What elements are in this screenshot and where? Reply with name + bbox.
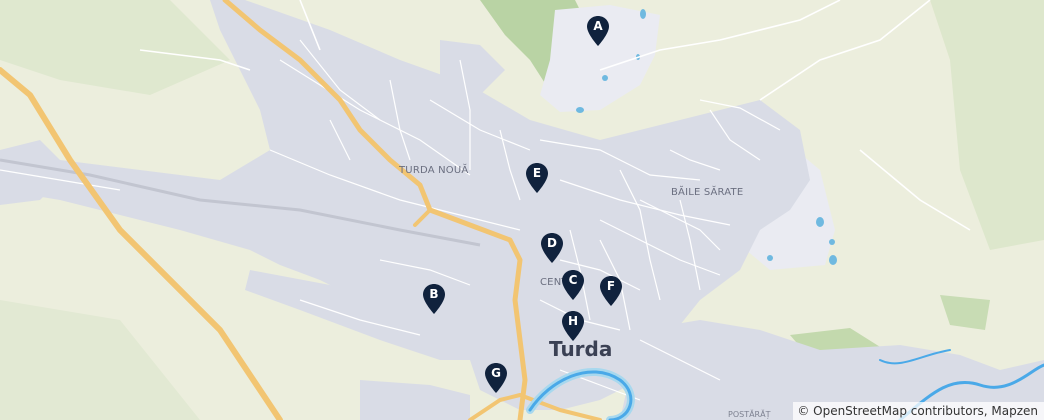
- map-marker-d[interactable]: D: [540, 232, 564, 264]
- map-marker-b[interactable]: B: [422, 283, 446, 315]
- marker-letter: F: [606, 279, 616, 293]
- marker-letter: G: [491, 366, 501, 380]
- map-base-layer: [0, 0, 1044, 420]
- place-label-turda-noua: TURDA NOUĂ: [399, 165, 469, 176]
- marker-letter: C: [568, 273, 578, 287]
- marker-letter: E: [532, 166, 542, 180]
- map-marker-f[interactable]: F: [599, 275, 623, 307]
- marker-letter: H: [567, 314, 579, 328]
- terrain-patch: [0, 0, 230, 95]
- terrain-patch: [930, 0, 1044, 250]
- map-marker-a[interactable]: A: [586, 15, 610, 47]
- terrain-patch: [0, 300, 200, 420]
- map-canvas[interactable]: TURDA NOUĂ BĂILE SĂRATE CENTRU Turda POS…: [0, 0, 1044, 420]
- marker-letter: B: [429, 287, 439, 301]
- map-marker-e[interactable]: E: [525, 162, 549, 194]
- marker-letter: D: [547, 236, 557, 250]
- place-label-potarat: POSTĂRĂȚ: [728, 410, 771, 419]
- marker-letter: A: [593, 19, 603, 33]
- map-marker-h[interactable]: H: [561, 310, 585, 342]
- map-marker-c[interactable]: C: [561, 269, 585, 301]
- place-label-baile-sarate: BĂILE SĂRATE: [671, 187, 744, 198]
- map-attribution[interactable]: © OpenStreetMap contributors, Mapzen: [793, 402, 1044, 420]
- map-marker-g[interactable]: G: [484, 362, 508, 394]
- park-area: [940, 295, 990, 330]
